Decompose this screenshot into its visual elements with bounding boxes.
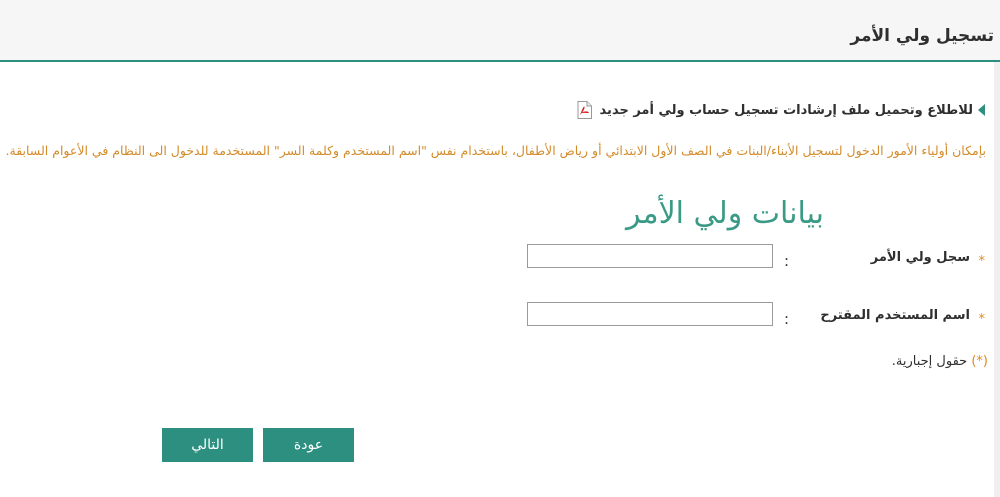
required-note-text: حقول إجبارية.: [891, 354, 968, 369]
field-colon: :: [784, 252, 790, 270]
required-star: *: [978, 254, 986, 269]
guardian-record-label: سجل ولي الأمر: [870, 250, 970, 265]
page-header: تسجيل ولي الأمر: [0, 0, 1000, 62]
required-fields-note: (*) حقول إجبارية.: [892, 354, 988, 369]
required-star: *: [978, 312, 986, 327]
page-title: تسجيل ولي الأمر: [850, 26, 994, 46]
guide-row: للاطلاع وتحميل ملف إرشادات تسجيل حساب ول…: [577, 101, 985, 119]
guide-download-link[interactable]: للاطلاع وتحميل ملف إرشادات تسجيل حساب ول…: [600, 103, 973, 118]
guardian-record-row: * سجل ولي الأمر :: [0, 244, 1000, 280]
next-button[interactable]: التالي: [162, 428, 253, 462]
login-note: بإمكان أولياء الأمور الدخول لتسجيل الأبن…: [5, 143, 986, 158]
suggested-username-row: * اسم المستخدم المقترح :: [0, 302, 1000, 338]
suggested-username-label: اسم المستخدم المقترح: [820, 308, 970, 323]
field-colon: :: [784, 310, 790, 328]
section-title: بيانات ولي الأمر: [625, 196, 824, 231]
suggested-username-input[interactable]: [527, 302, 773, 326]
required-note-mark: (*): [971, 354, 988, 369]
pdf-icon[interactable]: [577, 101, 592, 119]
guardian-record-input[interactable]: [527, 244, 773, 268]
back-button[interactable]: عودة: [263, 428, 354, 462]
chevron-left-icon: [978, 104, 985, 116]
